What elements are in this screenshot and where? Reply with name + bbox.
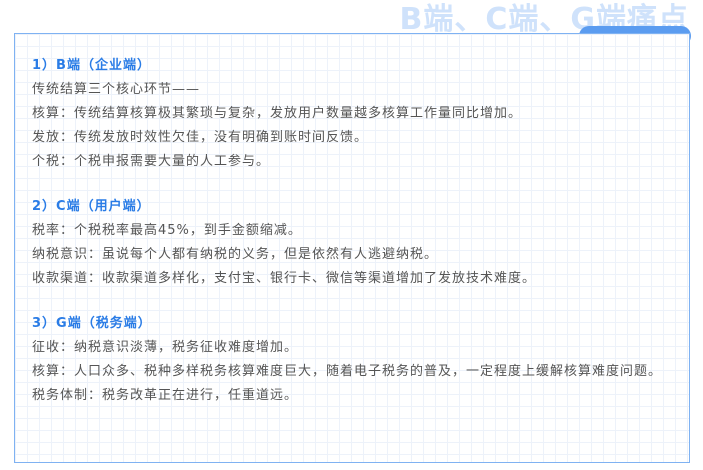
section-b-end: 1）B端（企业端） 传统结算三个核心环节—— 核算：传统结算核算极其繁琐与复杂，… — [32, 54, 671, 174]
text-line: 个税：个税申报需要大量的人工参与。 — [32, 154, 271, 169]
section-c-end: 2）C端（用户端） 税率：个税税率最高45%，到手金额缩减。 纳税意识：虽说每个… — [32, 195, 671, 291]
text-line: 发放：传统发放时效性欠佳，没有明确到账时间反馈。 — [32, 130, 369, 145]
section-title: 3）G端（税务端） — [32, 316, 152, 331]
content-card: 1）B端（企业端） 传统结算三个核心环节—— 核算：传统结算核算极其繁琐与复杂，… — [14, 33, 690, 463]
text-line: 征收：纳税意识淡薄，税务征收难度增加。 — [32, 340, 299, 355]
section-title: 1）B端（企业端） — [32, 58, 151, 73]
text-line: 核算：传统结算核算极其繁琐与复杂，发放用户数量越多核算工作量同比增加。 — [32, 106, 523, 121]
section-g-end: 3）G端（税务端） 征收：纳税意识淡薄，税务征收难度增加。 核算：人口众多、税种… — [32, 312, 671, 408]
text-line: 纳税意识：虽说每个人都有纳税的义务，但是依然有人逃避纳税。 — [32, 247, 439, 262]
text-line: 传统结算三个核心环节—— — [32, 82, 201, 97]
section-title: 2）C端（用户端） — [32, 199, 151, 214]
text-line: 收款渠道：收款渠道多样化，支付宝、银行卡、微信等渠道增加了发放技术难度。 — [32, 271, 537, 286]
text-line: 税务体制：税务改革正在进行，任重道远。 — [32, 388, 299, 403]
text-line: 核算：人口众多、税种多样税务核算难度巨大，随着电子税务的普及，一定程度上缓解核算… — [32, 364, 663, 379]
text-line: 税率：个税税率最高45%，到手金额缩减。 — [32, 223, 302, 238]
